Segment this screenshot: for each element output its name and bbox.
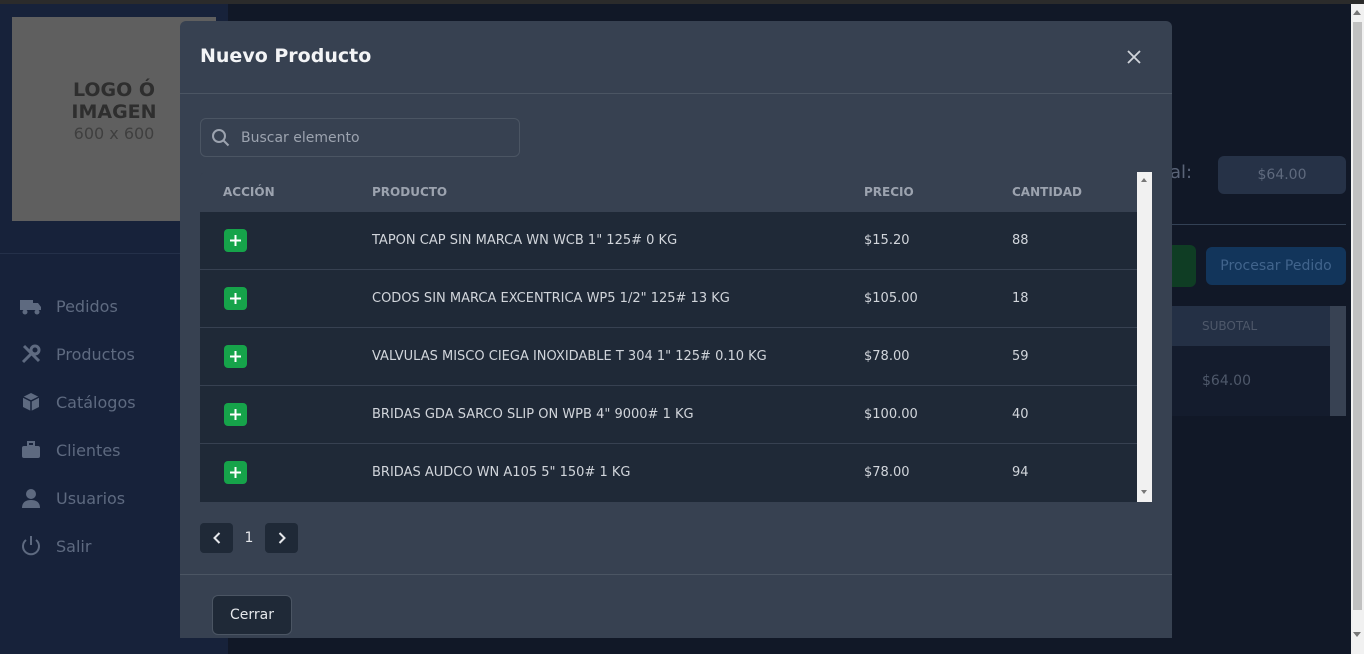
- plus-icon: [230, 409, 241, 420]
- column-header-cantidad: CANTIDAD: [1012, 185, 1082, 199]
- sidebar-item-label: Pedidos: [56, 296, 118, 316]
- add-product-button[interactable]: [224, 403, 247, 426]
- table-row: CODOS SIN MARCA EXCENTRICA WP5 1/2" 125#…: [200, 270, 1137, 328]
- table-scrollbar[interactable]: [1137, 172, 1152, 502]
- product-name: BRIDAS AUDCO WN A105 5" 150# 1 KG: [372, 465, 631, 480]
- product-name: BRIDAS GDA SARCO SLIP ON WPB 4" 9000# 1 …: [372, 407, 694, 422]
- current-page-number[interactable]: 1: [233, 530, 265, 546]
- column-header-precio: PRECIO: [864, 185, 914, 199]
- add-product-button[interactable]: [224, 229, 247, 252]
- user-icon: [20, 487, 42, 509]
- box-icon: [20, 391, 42, 413]
- product-name: VALVULAS MISCO CIEGA INOXIDABLE T 304 1"…: [372, 349, 767, 364]
- close-icon: [1127, 50, 1141, 64]
- power-icon: [20, 535, 42, 557]
- page-scrollbar[interactable]: [1351, 4, 1364, 654]
- order-table-row-subtotal: $64.00: [1172, 346, 1330, 416]
- scroll-up-arrow-icon[interactable]: [1353, 10, 1361, 15]
- product-price: $78.00: [864, 465, 910, 480]
- product-price: $78.00: [864, 349, 910, 364]
- page-scrollbar-thumb[interactable]: [1353, 22, 1362, 610]
- product-quantity: 18: [1012, 291, 1029, 306]
- prev-page-button[interactable]: [200, 523, 233, 553]
- table-header: ACCIÓN PRODUCTO PRECIO CANTIDAD: [200, 172, 1137, 212]
- sidebar-item-label: Salir: [56, 536, 92, 556]
- product-name: TAPON CAP SIN MARCA WN WCB 1" 125# 0 KG: [372, 233, 678, 248]
- product-quantity: 94: [1012, 465, 1029, 480]
- search-input[interactable]: [241, 119, 511, 156]
- table-row: VALVULAS MISCO CIEGA INOXIDABLE T 304 1"…: [200, 328, 1137, 386]
- modal-title: Nuevo Producto: [200, 45, 372, 67]
- sidebar-item-label: Catálogos: [56, 392, 136, 412]
- modal-header-divider: [180, 93, 1172, 94]
- plus-icon: [230, 351, 241, 362]
- plus-icon: [230, 235, 241, 246]
- product-price: $100.00: [864, 407, 918, 422]
- modal-footer-divider: [180, 574, 1172, 575]
- chevron-right-icon: [278, 532, 286, 544]
- chevron-left-icon: [212, 532, 220, 544]
- next-page-button[interactable]: [265, 523, 298, 553]
- scroll-down-arrow-icon[interactable]: [1353, 632, 1361, 637]
- product-price: $105.00: [864, 291, 918, 306]
- order-table-scrollbar[interactable]: [1330, 306, 1346, 416]
- product-price: $15.20: [864, 233, 910, 248]
- total-value: $64.00: [1218, 156, 1346, 194]
- column-header-producto: PRODUCTO: [372, 185, 448, 199]
- add-product-button[interactable]: [224, 287, 247, 310]
- sidebar-item-label: Clientes: [56, 440, 121, 460]
- total-label: al:: [1170, 162, 1193, 183]
- plus-icon: [230, 467, 241, 478]
- order-table-header-subtotal: SUBOTAL: [1172, 306, 1330, 346]
- product-quantity: 40: [1012, 407, 1029, 422]
- product-quantity: 88: [1012, 233, 1029, 248]
- pagination: 1: [200, 523, 298, 553]
- scroll-down-arrow-icon[interactable]: [1141, 490, 1147, 494]
- close-button[interactable]: Cerrar: [212, 595, 292, 635]
- sidebar-item-label: Usuarios: [56, 488, 126, 508]
- add-product-button[interactable]: [224, 345, 247, 368]
- table-row: BRIDAS AUDCO WN A105 5" 150# 1 KG $78.00…: [200, 444, 1137, 502]
- process-order-button[interactable]: Procesar Pedido: [1206, 247, 1346, 285]
- briefcase-icon: [20, 439, 42, 461]
- products-table: ACCIÓN PRODUCTO PRECIO CANTIDAD TAPON CA…: [200, 172, 1152, 502]
- scroll-up-arrow-icon[interactable]: [1141, 178, 1147, 182]
- divider: [1172, 224, 1346, 225]
- close-modal-button[interactable]: [1122, 45, 1146, 69]
- product-quantity: 59: [1012, 349, 1029, 364]
- tools-icon: [20, 343, 42, 365]
- sidebar-item-label: Productos: [56, 344, 135, 364]
- column-header-accion: ACCIÓN: [223, 185, 275, 199]
- table-row: TAPON CAP SIN MARCA WN WCB 1" 125# 0 KG …: [200, 212, 1137, 270]
- search-icon: [212, 129, 230, 147]
- plus-icon: [230, 293, 241, 304]
- new-product-modal: Nuevo Producto ACCIÓN PRODUCTO PRECIO CA…: [180, 21, 1172, 638]
- search-box: [200, 118, 520, 157]
- truck-icon: [20, 295, 42, 317]
- product-name: CODOS SIN MARCA EXCENTRICA WP5 1/2" 125#…: [372, 291, 730, 306]
- add-product-button[interactable]: [224, 461, 247, 484]
- table-row: BRIDAS GDA SARCO SLIP ON WPB 4" 9000# 1 …: [200, 386, 1137, 444]
